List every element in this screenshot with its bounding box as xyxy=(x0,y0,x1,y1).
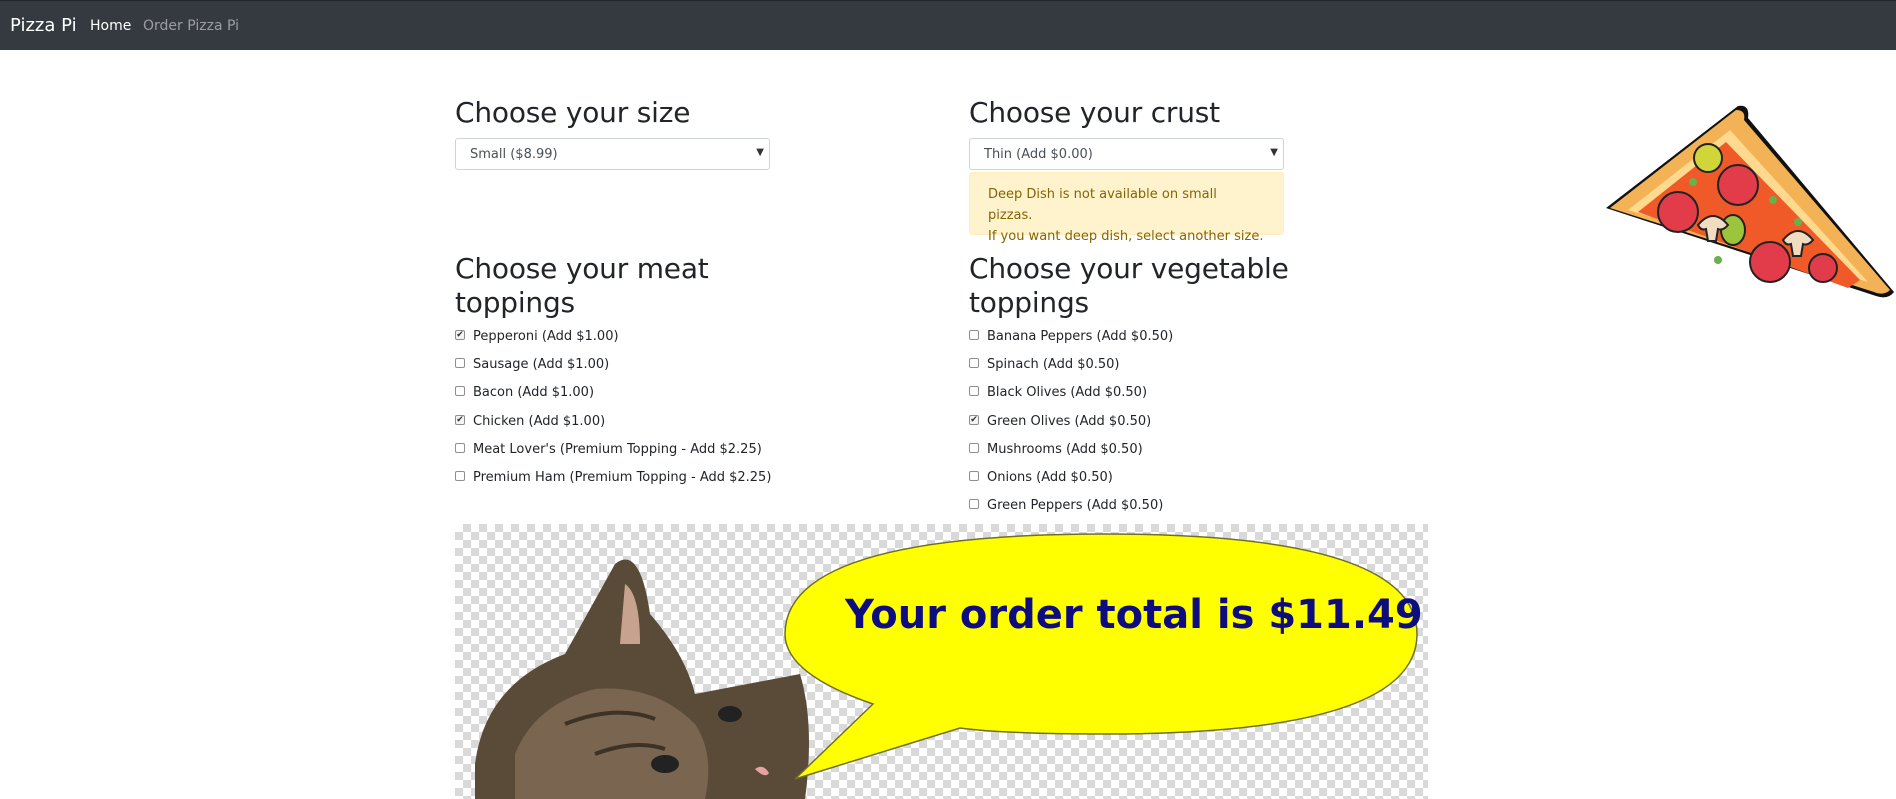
meat-heading-line-2: toppings xyxy=(455,286,575,319)
chevron-down-icon: ▼ xyxy=(1270,147,1278,158)
checkbox-unchecked[interactable] xyxy=(455,442,465,453)
topping-label: Black Olives (Add $0.50) xyxy=(987,385,1148,401)
order-total-text: Your order total is $11.49 xyxy=(845,592,1423,638)
checkbox-checked[interactable]: ✔ xyxy=(969,414,979,425)
cat-photo xyxy=(475,533,1418,799)
topping-label: Sausage (Add $1.00) xyxy=(473,357,610,373)
checkbox-unchecked[interactable] xyxy=(969,499,979,510)
chevron-down-icon: ▼ xyxy=(756,147,764,158)
brand-logo[interactable]: Pizza Pi xyxy=(10,15,77,36)
checkbox-checked[interactable]: ✔ xyxy=(455,330,465,340)
veg-heading: Choose your vegetable toppings xyxy=(969,252,1289,320)
crust-select[interactable]: Thin (Add $0.00) ▼ xyxy=(969,138,1284,170)
deep-dish-warning-alert: Deep Dish is not available on small pizz… xyxy=(969,172,1284,244)
size-select[interactable]: Small ($8.99) ▼ xyxy=(455,138,770,170)
topping-label: Spinach (Add $0.50) xyxy=(987,357,1120,373)
alert-line-2: If you want deep dish, select another si… xyxy=(988,229,1264,244)
nav-link-home[interactable]: Home xyxy=(90,18,131,34)
topping-label: Mushrooms (Add $0.50) xyxy=(987,441,1143,457)
navbar: Pizza Pi Home Order Pizza Pi xyxy=(0,0,1896,50)
checkbox-unchecked[interactable] xyxy=(969,386,979,397)
topping-label: Onions (Add $0.50) xyxy=(987,470,1113,485)
checkbox-unchecked[interactable] xyxy=(969,358,979,369)
checkbox-unchecked[interactable] xyxy=(969,442,979,453)
order-total-panel: Your order total is $11.49 xyxy=(455,524,1428,799)
meat-heading-line-1: Choose your meat xyxy=(455,252,709,285)
topping-label: Green Peppers (Add $0.50) xyxy=(987,498,1164,514)
topping-label: Meat Lover's (Premium Topping - Add $2.2… xyxy=(473,441,762,457)
checkbox-unchecked[interactable] xyxy=(455,471,465,481)
topping-label: Bacon (Add $1.00) xyxy=(473,385,595,401)
veg-heading-line-2: toppings xyxy=(969,286,1089,319)
checkbox-unchecked[interactable] xyxy=(969,471,979,481)
topping-label: Green Olives (Add $0.50) xyxy=(987,413,1152,429)
checkbox-unchecked[interactable] xyxy=(455,358,465,369)
topping-label: Banana Peppers (Add $0.50) xyxy=(987,329,1174,344)
alert-line-1: Deep Dish is not available on small pizz… xyxy=(988,187,1217,223)
size-heading: Choose your size xyxy=(455,96,691,129)
veg-heading-line-1: Choose your vegetable xyxy=(969,252,1289,285)
topping-label: Premium Ham (Premium Topping - Add $2.25… xyxy=(473,470,772,485)
checkbox-checked[interactable]: ✔ xyxy=(455,414,465,425)
crust-select-value: Thin (Add $0.00) xyxy=(984,147,1093,162)
checkbox-unchecked[interactable] xyxy=(969,330,979,340)
checkbox-unchecked[interactable] xyxy=(455,386,465,397)
topping-label: Chicken (Add $1.00) xyxy=(473,413,606,429)
topping-label: Pepperoni (Add $1.00) xyxy=(473,329,619,344)
crust-heading: Choose your crust xyxy=(969,96,1220,129)
meat-heading: Choose your meat toppings xyxy=(455,252,709,320)
pizza-slice-illustration xyxy=(1606,105,1894,298)
nav-link-order-pizza-pi[interactable]: Order Pizza Pi xyxy=(143,18,239,34)
size-select-value: Small ($8.99) xyxy=(470,147,558,162)
